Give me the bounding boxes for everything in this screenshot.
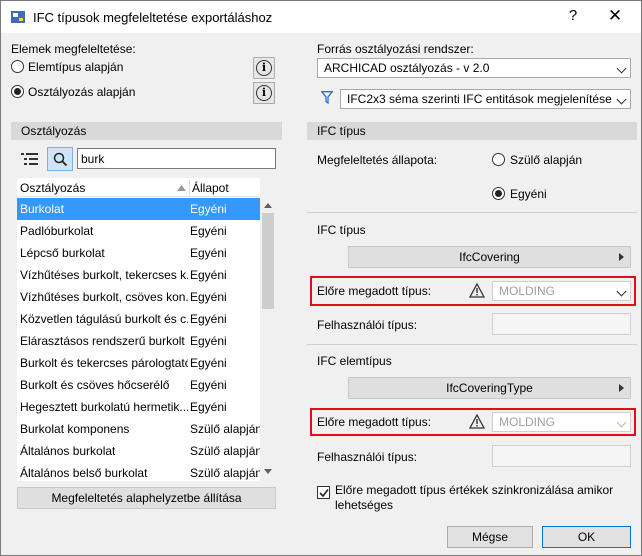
ok-button[interactable]: OK	[542, 526, 631, 548]
arrow-right-icon	[619, 384, 624, 392]
list-item[interactable]: Lépcső burkolat Egyéni	[17, 242, 260, 264]
radio-state-custom[interactable]	[492, 187, 505, 200]
list-item[interactable]: Burkolt és tekercses párologtató... Egyén…	[17, 352, 260, 374]
source-system-select[interactable]: ARCHICAD osztályozás - v 2.0	[317, 58, 631, 78]
ifc-element-type-button[interactable]: IfcCoveringType	[348, 377, 631, 399]
chevron-down-icon	[616, 63, 627, 74]
radio-state-parent[interactable]	[492, 153, 505, 166]
classification-panel-header: Osztályozás	[11, 122, 282, 140]
list-header: Osztályozás Állapot	[17, 178, 260, 197]
divider	[307, 212, 637, 213]
list-item[interactable]: Hegesztett burkolatú hermetik... Egyéni	[17, 396, 260, 418]
list-item[interactable]: Burkolt és csöves hőcserélő Egyéni	[17, 374, 260, 396]
classification-list: Burkolat Egyéni Padlóburkolat Egyéni Lépcs…	[17, 179, 260, 481]
mapping-state-label: Megfeleltetés állapota:	[317, 153, 438, 167]
chevron-down-icon	[616, 94, 627, 105]
chevron-down-icon	[616, 286, 627, 297]
list-item[interactable]: Közvetlen tágulású burkolt és c... Egyéni	[17, 308, 260, 330]
radio-by-classification-label[interactable]: Osztályozás alapján	[28, 85, 135, 99]
source-system-value: ARCHICAD osztályozás - v 2.0	[324, 61, 490, 75]
ifc-type-value: IfcCovering	[459, 250, 520, 264]
ifc-type-panel-header: IFC típus	[307, 122, 637, 140]
list-item[interactable]: Általános belső burkolat Szülő alapján	[17, 462, 260, 481]
mapping-label: Elemek megfeleltetése:	[11, 42, 136, 56]
list-item[interactable]: Padlóburkolat Egyéni	[17, 220, 260, 242]
predefined-type-value-1: MOLDING	[499, 284, 556, 298]
entity-filter-select[interactable]: IFC2x3 séma szerinti IFC entitások megje…	[340, 89, 631, 109]
title-bar: IFC típusok megfeleltetése exportáláshoz…	[1, 1, 641, 33]
column-header-classification[interactable]: Osztályozás	[20, 181, 85, 195]
list-item[interactable]: Vízhűtéses burkolt, tekercses k... Egyéni	[17, 264, 260, 286]
radio-state-parent-label[interactable]: Szülő alapján	[510, 153, 582, 167]
info-icon: i	[256, 85, 272, 101]
ifc-type-panel-title: IFC típus	[317, 124, 366, 138]
tree-view-icon[interactable]	[19, 151, 41, 167]
ifc-element-type-section-label: IFC elemtípus	[317, 354, 392, 368]
user-type-field-2[interactable]	[492, 445, 631, 467]
predefined-type-label-1: Előre megadott típus:	[317, 284, 432, 298]
column-divider	[189, 179, 190, 196]
list-scrollbar[interactable]	[260, 179, 276, 481]
list-item[interactable]: Általános burkolat Szülő alapján	[17, 440, 260, 462]
warning-icon	[469, 283, 485, 298]
list-item[interactable]: Elárasztásos rendszerű burkolt ... Egyéni	[17, 330, 260, 352]
dialog-window: IFC típusok megfeleltetése exportáláshoz…	[0, 0, 642, 556]
radio-by-classification[interactable]	[11, 85, 24, 98]
window-title: IFC típusok megfeleltetése exportáláshoz	[33, 10, 273, 25]
info-button-classification[interactable]: i	[253, 82, 275, 104]
predefined-type-value-2: MOLDING	[499, 415, 556, 429]
scrollbar-thumb[interactable]	[262, 213, 274, 309]
radio-state-custom-label[interactable]: Egyéni	[510, 187, 547, 201]
app-icon	[11, 11, 25, 23]
sync-checkbox[interactable]	[317, 486, 330, 499]
close-icon[interactable]: ✕	[605, 6, 625, 26]
ifc-element-type-value: IfcCoveringType	[446, 381, 533, 395]
help-icon[interactable]: ?	[563, 7, 583, 24]
chevron-down-icon	[616, 417, 627, 428]
search-icon	[53, 152, 68, 167]
predefined-type-label-2: Előre megadott típus:	[317, 415, 432, 429]
predefined-type-select-1[interactable]: MOLDING	[492, 281, 631, 301]
info-button-element-type[interactable]: i	[253, 57, 275, 79]
radio-by-element-type-label[interactable]: Elemtípus alapján	[28, 60, 123, 74]
info-icon: i	[256, 60, 272, 76]
checkmark-icon	[319, 489, 329, 498]
list-item[interactable]: Vízhűtéses burkolt, csöves kon... Egyéni	[17, 286, 260, 308]
scroll-up-icon[interactable]	[264, 203, 272, 208]
classification-panel-title: Osztályozás	[21, 124, 87, 138]
column-header-state[interactable]: Állapot	[192, 181, 229, 195]
list-item[interactable]: Burkolat komponens Szülő alapján	[17, 418, 260, 440]
cancel-button[interactable]: Mégse	[447, 526, 533, 548]
ifc-type-button[interactable]: IfcCovering	[348, 246, 631, 268]
arrow-right-icon	[619, 253, 624, 261]
ifc-type-section-label: IFC típus	[317, 223, 366, 237]
radio-by-element-type[interactable]	[11, 60, 24, 73]
sync-label[interactable]: Előre megadott típus értékek szinkronizá…	[335, 483, 615, 513]
warning-icon	[469, 414, 485, 429]
sort-ascending-icon	[177, 185, 186, 191]
entity-filter-value: IFC2x3 séma szerinti IFC entitások megje…	[347, 92, 612, 106]
search-input[interactable]	[77, 148, 276, 169]
user-type-label-2: Felhasználói típus:	[317, 450, 418, 464]
user-type-field-1[interactable]	[492, 313, 631, 335]
user-type-label-1: Felhasználói típus:	[317, 318, 418, 332]
list-item[interactable]: Burkolat Egyéni	[17, 198, 260, 220]
reset-mapping-button[interactable]: Megfeleltetés alaphelyzetbe állítása	[17, 487, 276, 509]
search-toggle-button[interactable]	[47, 147, 73, 171]
scroll-down-icon[interactable]	[264, 469, 272, 474]
divider	[307, 344, 637, 345]
source-system-label: Forrás osztályozási rendszer:	[317, 42, 474, 56]
predefined-type-select-2[interactable]: MOLDING	[492, 412, 631, 432]
filter-icon	[321, 91, 333, 104]
